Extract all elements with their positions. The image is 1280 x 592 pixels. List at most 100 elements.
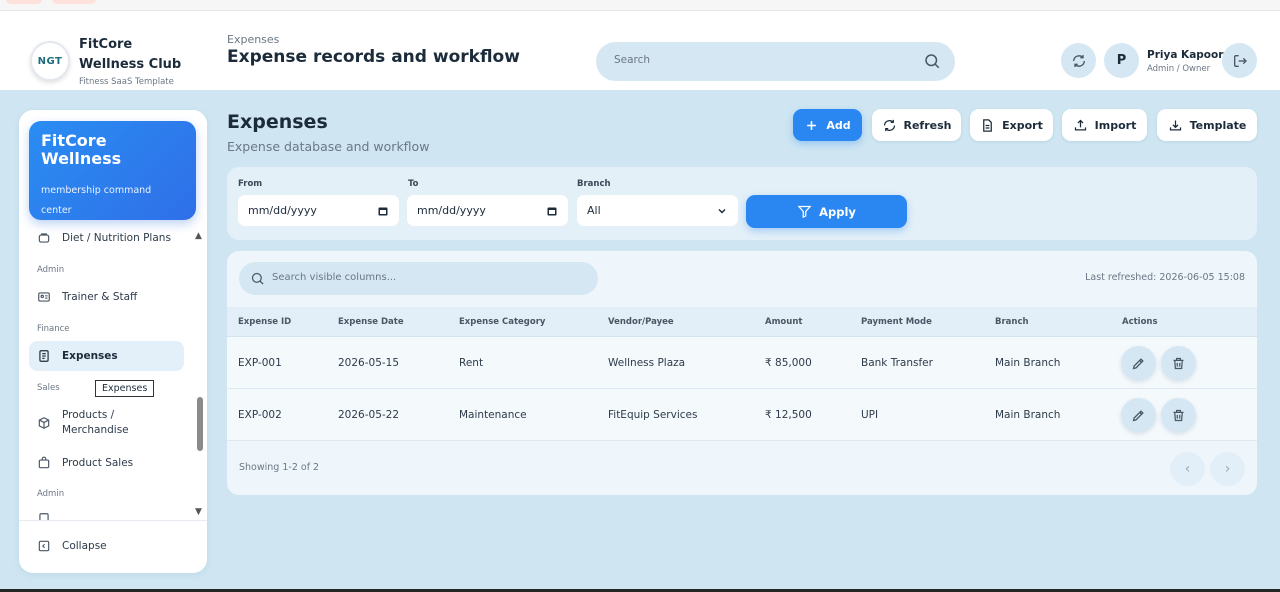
cell-vendor: Wellness Plaza <box>608 357 686 369</box>
breadcrumb: Expenses <box>227 33 280 46</box>
browser-top-strip <box>0 0 1280 11</box>
scroll-up-arrow[interactable]: ▲ <box>195 231 202 241</box>
sidebar-item-label: Trainer & Staff <box>62 291 138 303</box>
page-title: Expense records and workflow <box>227 47 520 67</box>
box-icon <box>37 416 51 430</box>
tooltip: Expenses <box>95 380 155 397</box>
download-icon <box>1168 118 1183 133</box>
export-file-icon <box>980 118 995 133</box>
scroll-down-arrow[interactable]: ▼ <box>195 507 202 517</box>
column-header[interactable]: Expense Category <box>459 317 545 327</box>
refresh-button[interactable]: Refresh <box>872 109 961 141</box>
bag-icon <box>37 456 51 470</box>
add-button[interactable]: Add <box>793 109 862 141</box>
search-icon[interactable] <box>923 52 941 70</box>
sidebar-item-product-sales[interactable]: Product Sales <box>29 448 184 478</box>
branch-select[interactable]: All <box>577 195 738 226</box>
brand-logo: NGT <box>30 41 70 81</box>
sidebar-item-partial[interactable] <box>29 506 184 520</box>
pencil-icon <box>1132 357 1144 369</box>
column-header[interactable]: Vendor/Payee <box>608 317 674 327</box>
sidebar-item-label: Products / Merchandise <box>62 409 129 436</box>
sidebar-section-sales: Sales <box>37 383 60 393</box>
logout-icon <box>1233 54 1247 67</box>
user-role: Admin / Owner <box>1147 64 1211 74</box>
delete-button[interactable] <box>1161 398 1196 432</box>
table-search-input[interactable] <box>272 272 572 283</box>
delete-button[interactable] <box>1161 346 1196 380</box>
cell-expense-date: 2026-05-22 <box>338 409 400 421</box>
previous-page-button[interactable]: ‹ <box>1170 452 1205 486</box>
sidebar-item-trainer-staff[interactable]: Trainer & Staff <box>29 282 184 312</box>
calendar-icon[interactable] <box>546 205 558 217</box>
table-header: Expense ID Expense Date Expense Category… <box>227 307 1257 337</box>
sidebar-item-label: Product Sales <box>62 457 134 469</box>
sidebar-scrollbar[interactable] <box>197 397 203 451</box>
logo-text: NGT <box>37 55 63 67</box>
collapse-button[interactable]: Collapse <box>29 531 184 561</box>
filter-panel: From mm/dd/yyyy To mm/dd/yyyy Branch All… <box>227 167 1257 240</box>
sidebar-section-finance: Finance <box>37 324 70 334</box>
column-header[interactable]: Amount <box>765 317 802 327</box>
column-header[interactable]: Payment Mode <box>861 317 932 327</box>
chevron-down-icon <box>716 205 728 217</box>
filter-icon <box>797 204 812 219</box>
template-label: Template <box>1189 118 1247 132</box>
sidebar-card-subtitle: membership command center <box>41 185 152 216</box>
sidebar-item-label: Expenses <box>62 350 118 362</box>
next-page-button[interactable]: › <box>1210 452 1245 486</box>
pencil-icon <box>1132 409 1144 421</box>
expenses-table-panel: Last refreshed: 2026-06-05 15:08 Expense… <box>227 251 1257 495</box>
column-header[interactable]: Expense ID <box>238 317 291 327</box>
logout-button[interactable] <box>1222 43 1257 78</box>
global-search <box>596 42 955 81</box>
sidebar-item-expenses[interactable]: Expenses <box>29 341 184 371</box>
branch-value: All <box>587 204 601 217</box>
sync-button[interactable] <box>1061 43 1096 78</box>
sidebar-item-label: Diet / Nutrition Plans <box>62 232 171 244</box>
to-date-field[interactable]: mm/dd/yyyy <box>407 195 568 226</box>
from-date-value: mm/dd/yyyy <box>248 204 317 217</box>
table-row[interactable]: EXP-001 2026-05-15 Rent Wellness Plaza ₹… <box>227 337 1257 389</box>
table-row[interactable]: EXP-002 2026-05-22 Maintenance FitEquip … <box>227 389 1257 441</box>
cell-branch: Main Branch <box>995 357 1061 369</box>
cell-expense-date: 2026-05-15 <box>338 357 400 369</box>
template-button[interactable]: Template <box>1157 109 1257 141</box>
from-label: From <box>238 179 263 189</box>
upload-icon <box>1073 118 1088 133</box>
avatar[interactable]: P <box>1104 43 1139 78</box>
cell-payment-mode: UPI <box>861 409 879 421</box>
sidebar-divider <box>19 520 207 521</box>
decorative-pill <box>52 0 96 4</box>
cell-vendor: FitEquip Services <box>608 409 698 421</box>
edit-button[interactable] <box>1121 346 1156 380</box>
column-header[interactable]: Expense Date <box>338 317 404 327</box>
sidebar-section-admin: Admin <box>37 489 65 499</box>
cell-expense-id: EXP-001 <box>238 357 282 369</box>
column-header[interactable]: Branch <box>995 317 1029 327</box>
apply-label: Apply <box>819 204 856 219</box>
export-label: Export <box>1002 118 1043 132</box>
global-search-input[interactable] <box>614 54 914 66</box>
import-button[interactable]: Import <box>1062 109 1147 141</box>
refresh-label: Refresh <box>903 118 952 132</box>
collapse-label: Collapse <box>62 540 107 552</box>
edit-button[interactable] <box>1121 398 1156 432</box>
calendar-icon[interactable] <box>377 205 389 217</box>
sidebar-item-diet[interactable]: Diet / Nutrition Plans <box>29 223 184 253</box>
sidebar-item-products[interactable]: Products / Merchandise <box>29 405 184 441</box>
search-icon <box>251 272 264 285</box>
last-refreshed: Last refreshed: 2026-06-05 15:08 <box>1085 272 1245 283</box>
apply-button[interactable]: Apply <box>746 195 907 228</box>
pagination-summary: Showing 1-2 of 2 <box>239 462 320 473</box>
from-date-field[interactable]: mm/dd/yyyy <box>238 195 399 226</box>
sidebar-brand-card: FitCore Wellness membership command cent… <box>29 121 196 220</box>
section-subtitle: Expense database and workflow <box>227 139 430 154</box>
brand-name: FitCore Wellness Club <box>79 37 182 72</box>
receipt-icon <box>37 349 51 363</box>
export-button[interactable]: Export <box>970 109 1053 141</box>
brand-subtitle: Fitness SaaS Template <box>79 77 174 87</box>
section-title: Expenses <box>227 111 328 133</box>
to-date-value: mm/dd/yyyy <box>417 204 486 217</box>
trash-icon <box>1173 357 1184 369</box>
